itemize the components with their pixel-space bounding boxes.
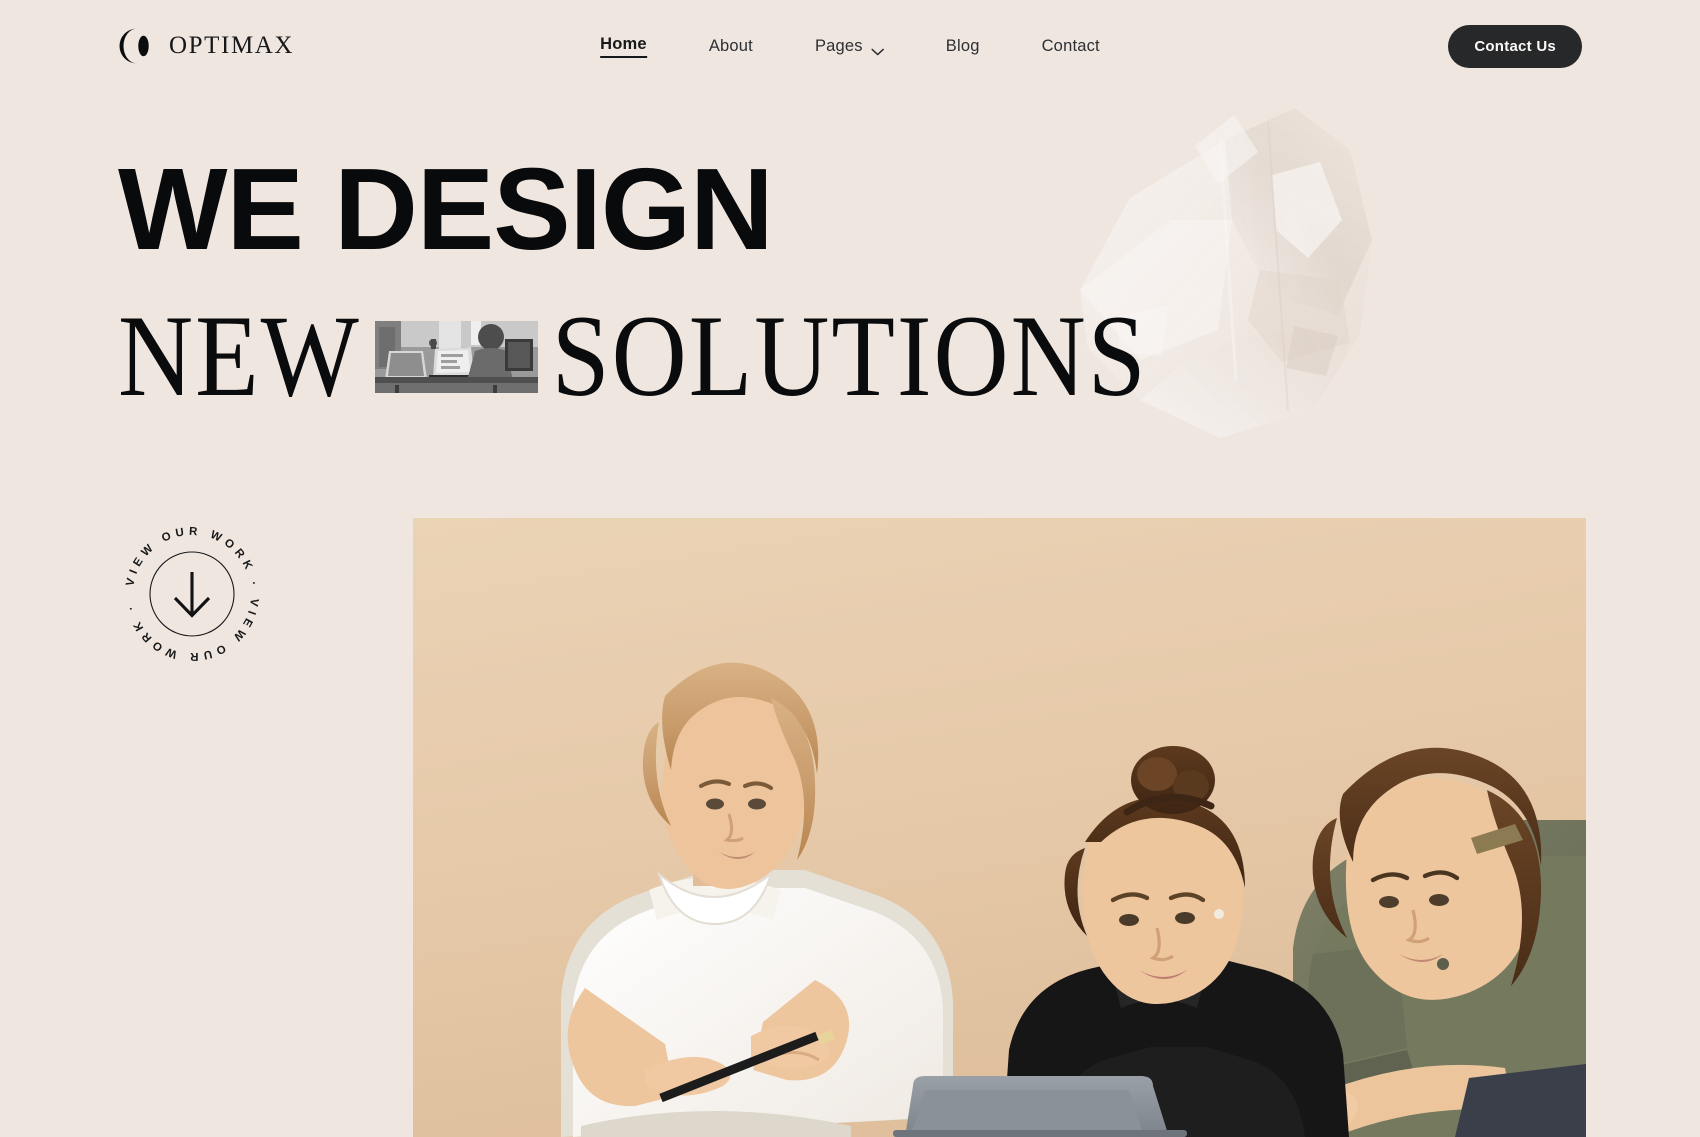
primary-nav: Home About Pages Blog Contact — [600, 35, 1100, 58]
nav-label-contact: Contact — [1041, 36, 1100, 55]
nav-label-blog: Blog — [945, 36, 980, 55]
hero-heading-line1: WE DESIGN — [118, 144, 774, 274]
brand-name: OPTIMAX — [169, 32, 295, 59]
contact-us-button[interactable]: Contact Us — [1448, 24, 1582, 68]
nav-label-home: Home — [600, 34, 647, 53]
nav-item-contact[interactable]: Contact — [1042, 37, 1100, 56]
arrow-down-icon — [173, 572, 211, 618]
nav-item-about[interactable]: About — [709, 37, 753, 56]
hero-word-new: NEW — [118, 292, 361, 421]
nav-label-pages: Pages — [814, 36, 863, 55]
inline-office-image — [374, 321, 538, 393]
view-our-work-badge[interactable]: VIEW OUR WORK · VIEW OUR WORK · — [118, 520, 266, 668]
nav-label-about: About — [708, 36, 753, 55]
page-root: OPTIMAX Home About Pages Blog Contact Co… — [0, 0, 1700, 1137]
nav-item-blog[interactable]: Blog — [946, 37, 980, 56]
hero-word-solutions: SOLUTIONS — [551, 292, 1148, 421]
crescent-lens-logo-icon — [118, 27, 156, 65]
brand-logo[interactable]: OPTIMAX — [118, 27, 294, 65]
hero-heading-line2: NEW SOLUTIONS — [118, 298, 1148, 414]
laptop — [893, 1076, 1187, 1137]
site-header: OPTIMAX Home About Pages Blog Contact Co… — [0, 0, 1700, 92]
nav-item-pages[interactable]: Pages — [815, 37, 884, 56]
chevron-down-icon — [870, 42, 884, 56]
nav-item-home[interactable]: Home — [600, 35, 647, 58]
hero-photo — [413, 518, 1586, 1137]
